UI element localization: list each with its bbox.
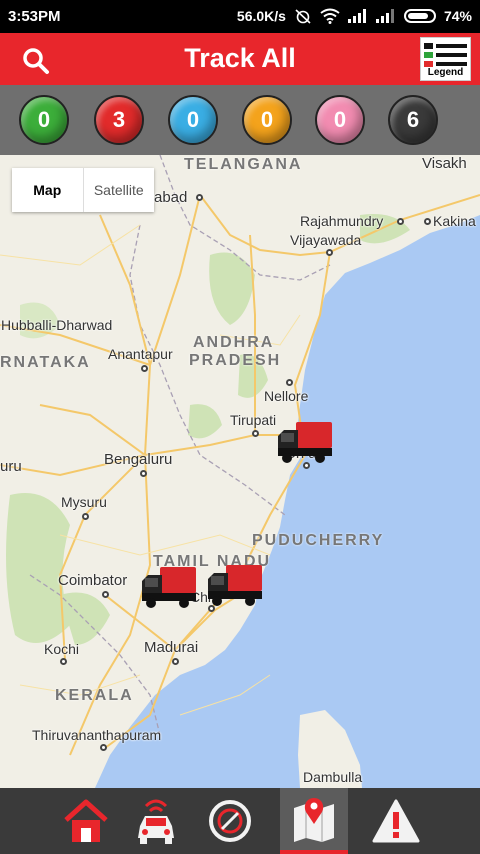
battery-level: 74% xyxy=(443,8,472,24)
map-label-coimbatore: Coimbator xyxy=(58,572,128,589)
map-label-madurai: Madurai xyxy=(144,639,199,656)
map-label-hubballi: Hubballi-Dharwad xyxy=(1,317,113,333)
signal-icon xyxy=(347,9,366,23)
map-label-uru: uru xyxy=(0,458,22,475)
legend-label: Legend xyxy=(427,67,464,78)
map-label-bengaluru: Bengaluru xyxy=(104,451,173,468)
map-dot xyxy=(60,658,67,665)
map-dot xyxy=(141,365,148,372)
map-dot xyxy=(397,218,404,225)
page-title: Track All xyxy=(184,43,296,73)
map-pin-icon xyxy=(294,798,334,842)
truck-marker[interactable] xyxy=(206,563,264,609)
count-stopped[interactable]: 3 xyxy=(94,95,144,145)
map-type-satellite-tab[interactable]: Satellite xyxy=(84,168,155,212)
map-dot xyxy=(82,513,89,520)
compass-icon xyxy=(209,800,251,842)
nav-map[interactable] xyxy=(280,788,348,854)
legend-button[interactable]: Legend xyxy=(420,37,471,81)
map-label-rajahmundry: Rajahmundry xyxy=(300,213,384,229)
map-dot xyxy=(100,744,107,751)
nav-alerts[interactable] xyxy=(362,788,430,854)
truck-marker[interactable] xyxy=(140,565,198,611)
map-label-thiruvananthapuram: Thiruvananthapuram xyxy=(32,727,162,743)
map-label-nellore: Nellore xyxy=(264,388,309,404)
count-running[interactable]: 0 xyxy=(19,95,69,145)
map-label-visakh: Visakh xyxy=(422,155,467,172)
map-dot xyxy=(102,591,109,598)
map-label-tirupati: Tirupati xyxy=(230,412,277,428)
map-label-anantapur: Anantapur xyxy=(108,346,173,362)
status-icons: 56.0K/s 74% xyxy=(237,8,472,24)
map-label-kakina: Kakina xyxy=(433,213,476,229)
home-icon xyxy=(64,799,108,842)
network-speed: 56.0K/s xyxy=(236,8,286,24)
car-signal-icon xyxy=(138,799,174,844)
count-inactive[interactable]: 0 xyxy=(242,95,292,145)
map-type-map-tab[interactable]: Map xyxy=(12,168,84,212)
map-label-mysuru: Mysuru xyxy=(61,494,107,510)
count-total[interactable]: 6 xyxy=(388,95,438,145)
map-label-puducherry: PUDUCHERRY xyxy=(252,532,385,549)
map-label-pradesh: PRADESH xyxy=(189,352,282,369)
map-dot xyxy=(172,658,179,665)
bottom-navigation xyxy=(0,788,480,854)
map-label-kerala: KERALA xyxy=(55,687,134,704)
map-label-dambulla: Dambulla xyxy=(303,769,363,785)
status-time: 3:53PM xyxy=(8,8,61,25)
status-count-bar: 0 3 0 0 0 6 xyxy=(0,85,480,155)
truck-marker[interactable] xyxy=(276,420,334,466)
battery-icon xyxy=(403,9,436,23)
nav-live-tracking[interactable] xyxy=(122,788,190,854)
signal-icon xyxy=(375,9,394,23)
count-idle[interactable]: 0 xyxy=(168,95,218,145)
map-label-kochi: Kochi xyxy=(44,641,80,657)
map-label-vijayawada: Vijayawada xyxy=(290,232,362,248)
map-type-toggle: Map Satellite xyxy=(12,168,154,212)
map-dot xyxy=(424,218,431,225)
map-dot xyxy=(252,430,259,437)
warning-icon xyxy=(372,799,420,843)
map-label-abad: abad xyxy=(154,189,188,206)
map-label-andhra: ANDHRA xyxy=(193,334,275,351)
nav-speed[interactable] xyxy=(196,788,264,854)
map-label-telangana: TELANGANA xyxy=(184,156,303,173)
app-header: Track All Legend xyxy=(0,33,480,85)
map-dot xyxy=(286,379,293,386)
map-dot xyxy=(140,470,147,477)
map-dot xyxy=(326,249,333,256)
map-view[interactable]: Map Satellite TELANGANA Visakh abad Raja… xyxy=(0,155,480,788)
map-dot xyxy=(196,194,203,201)
alarm-off-icon xyxy=(295,9,311,24)
count-no-data[interactable]: 0 xyxy=(315,95,365,145)
wifi-icon xyxy=(320,8,340,24)
map-label-rnataka: RNATAKA xyxy=(0,354,91,371)
nav-home[interactable] xyxy=(52,788,120,854)
status-bar: 3:53PM 56.0K/s 74% xyxy=(0,0,480,33)
